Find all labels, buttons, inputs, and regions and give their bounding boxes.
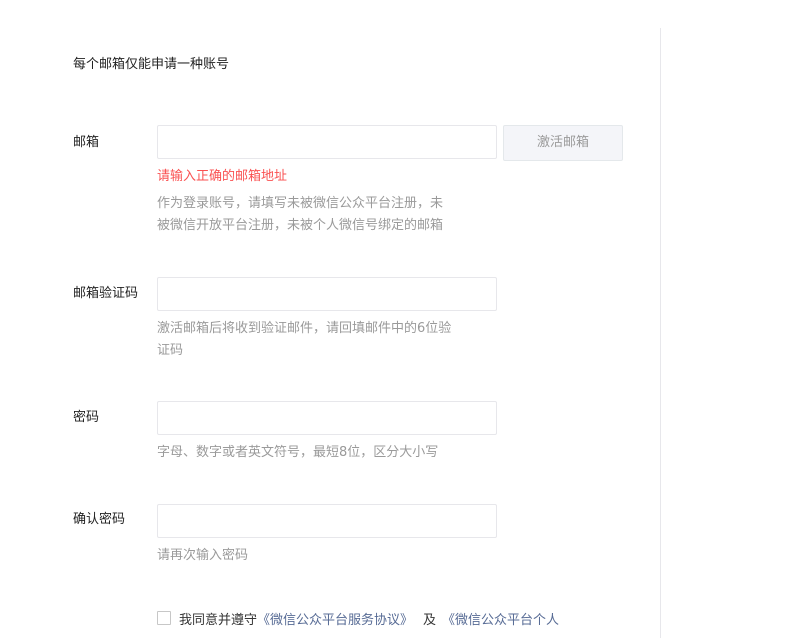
email-label: 邮箱	[73, 135, 100, 150]
email-code-input[interactable]	[157, 277, 497, 311]
service-agreement-link[interactable]: 《微信公众平台服务协议》	[257, 609, 413, 628]
agreement-checkbox[interactable]	[157, 611, 171, 625]
agreement-row: 我同意并遵守 《微信公众平台服务协议》 及 《微信公众平台个人	[157, 608, 559, 628]
personal-info-agreement-link[interactable]: 《微信公众平台个人	[442, 609, 559, 628]
agreement-prefix: 我同意并遵守	[179, 612, 258, 628]
intro-text: 每个邮箱仅能申请一种账号	[73, 57, 230, 72]
email-code-tip: 激活邮箱后将收到验证邮件，请回填邮件中的6位验 证码	[157, 321, 452, 358]
activate-email-button[interactable]: 激活邮箱	[503, 125, 623, 161]
email-error-message: 请输入正确的邮箱地址	[157, 169, 288, 184]
agreement-and: 及	[423, 612, 437, 628]
password-input[interactable]	[157, 401, 497, 435]
confirm-password-input[interactable]	[157, 504, 497, 538]
email-code-label: 邮箱验证码	[73, 286, 139, 301]
password-label: 密码	[73, 410, 100, 425]
email-tip: 作为登录账号，请填写未被微信公众平台注册，未 被微信开放平台注册，未被个人微信号…	[157, 196, 444, 233]
password-tip: 字母、数字或者英文符号，最短8位，区分大小写	[157, 445, 439, 460]
confirm-password-tip: 请再次输入密码	[157, 548, 249, 563]
vertical-divider	[660, 28, 661, 638]
confirm-password-label: 确认密码	[73, 512, 126, 527]
email-input[interactable]	[157, 125, 497, 159]
